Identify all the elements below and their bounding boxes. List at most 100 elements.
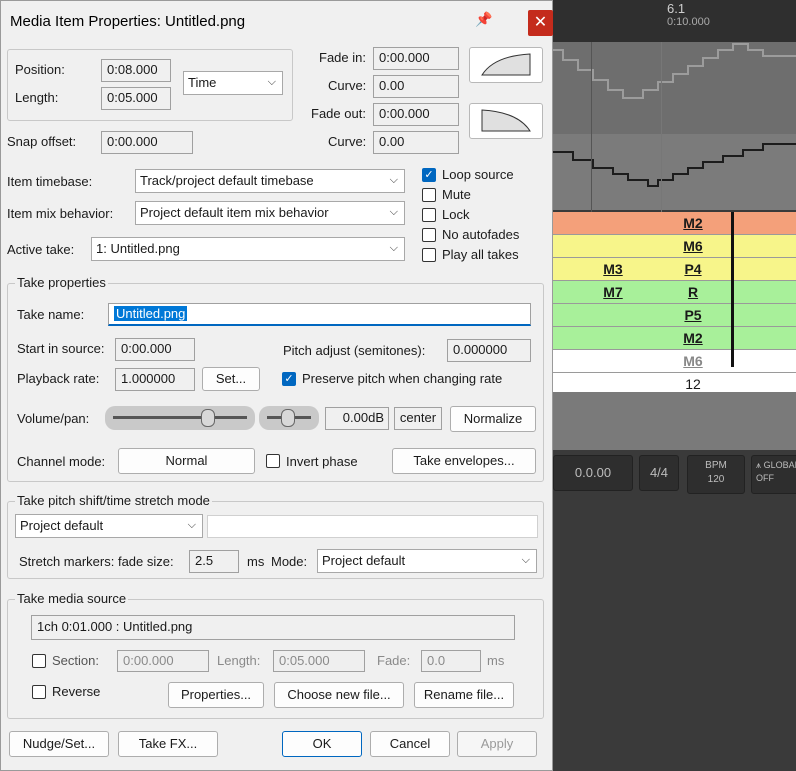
pan-slider-knob[interactable] bbox=[281, 409, 295, 427]
stretch-mode-dropdown[interactable]: Project default ⌵ bbox=[317, 549, 537, 573]
take-fx-button[interactable]: Take FX... bbox=[118, 731, 218, 757]
length-field[interactable]: 0:05.000 bbox=[101, 87, 171, 110]
choose-new-file-button[interactable]: Choose new file... bbox=[274, 682, 404, 708]
transport-time-value: 0.0.00 bbox=[574, 465, 612, 480]
bpm-box[interactable]: BPM 120 bbox=[687, 455, 745, 494]
pan-value-field[interactable]: center bbox=[394, 407, 442, 430]
envelope-steps-1 bbox=[553, 43, 796, 99]
section-length-field[interactable]: 0:05.000 bbox=[273, 650, 365, 672]
active-take-value: 1: Untitled.png bbox=[96, 241, 180, 256]
cancel-button[interactable]: Cancel bbox=[370, 731, 450, 757]
play-all-takes-label[interactable]: Play all takes bbox=[442, 247, 519, 262]
grid-cell: R bbox=[687, 284, 699, 300]
pin-icon[interactable]: 📌 bbox=[475, 11, 492, 28]
global-automation[interactable]: ⩚ GLOBAL OFF bbox=[751, 455, 796, 494]
pitch-adjust-field[interactable]: 0.000000 bbox=[447, 339, 531, 362]
snap-offset-label: Snap offset: bbox=[7, 134, 77, 149]
item-mix-value: Project default item mix behavior bbox=[140, 205, 329, 220]
lock-label[interactable]: Lock bbox=[442, 207, 469, 222]
timeline-ruler[interactable]: 6.1 0:10.000 bbox=[553, 0, 796, 42]
channel-mode-button[interactable]: Normal bbox=[118, 448, 255, 474]
mute-checkbox[interactable] bbox=[422, 188, 436, 202]
preserve-pitch-label[interactable]: Preserve pitch when changing rate bbox=[302, 371, 502, 386]
pitch-shift-submode-field[interactable] bbox=[207, 515, 538, 538]
pitch-adjust-label: Pitch adjust (semitones): bbox=[283, 343, 426, 358]
fade-out-curve-label: Curve: bbox=[328, 134, 367, 149]
grid-cell: M6 bbox=[683, 353, 703, 369]
time-signature[interactable]: 4/4 bbox=[639, 455, 679, 491]
mute-label[interactable]: Mute bbox=[442, 187, 471, 202]
fade-in-curve-field[interactable]: 0.00 bbox=[373, 75, 459, 98]
chevron-down-icon: ⌵ bbox=[389, 174, 398, 186]
fade-in-shape-button[interactable] bbox=[469, 47, 543, 83]
item-timebase-label: Item timebase: bbox=[7, 174, 93, 189]
invert-phase-checkbox[interactable] bbox=[266, 454, 280, 468]
section-fade-unit: ms bbox=[487, 653, 505, 668]
fade-out-curve-field[interactable]: 0.00 bbox=[373, 131, 459, 154]
pan-slider[interactable] bbox=[259, 406, 319, 430]
nudge-set-button[interactable]: Nudge/Set... bbox=[9, 731, 109, 757]
envelope-lane-1[interactable] bbox=[553, 42, 796, 134]
volume-slider-knob[interactable] bbox=[201, 409, 215, 427]
invert-phase-label[interactable]: Invert phase bbox=[286, 454, 358, 469]
section-label[interactable]: Section: bbox=[52, 653, 99, 668]
close-button[interactable]: ✕ bbox=[528, 10, 553, 36]
grid-divider bbox=[731, 212, 734, 367]
global-state: OFF bbox=[756, 473, 774, 483]
channel-mode-label: Channel mode: bbox=[17, 454, 106, 469]
take-properties-title: Take properties bbox=[15, 275, 108, 290]
set-rate-button[interactable]: Set... bbox=[202, 367, 260, 391]
take-name-input[interactable]: Untitled.png bbox=[108, 303, 531, 326]
position-field[interactable]: 0:08.000 bbox=[101, 59, 171, 82]
time-mode-dropdown[interactable]: Time ⌵ bbox=[183, 71, 283, 95]
snap-offset-field[interactable]: 0:00.000 bbox=[101, 131, 193, 154]
fade-out-field[interactable]: 0:00.000 bbox=[373, 103, 459, 126]
envelope-lane-2[interactable] bbox=[553, 134, 796, 210]
rename-file-button[interactable]: Rename file... bbox=[414, 682, 514, 708]
loop-source-checkbox[interactable]: ✓ bbox=[422, 168, 436, 182]
ruler-time-label: 0:10.000 bbox=[667, 16, 710, 28]
chevron-down-icon: ⌵ bbox=[267, 76, 276, 88]
volume-value-field[interactable]: 0.00dB bbox=[325, 407, 389, 430]
preserve-pitch-checkbox[interactable]: ✓ bbox=[282, 372, 296, 386]
grid-row: P5 bbox=[553, 304, 796, 327]
fade-size-field[interactable]: 2.5 bbox=[189, 550, 239, 573]
section-fade-field[interactable]: 0.0 bbox=[421, 650, 481, 672]
lower-lane[interactable] bbox=[553, 392, 796, 452]
media-item-properties-dialog: Media Item Properties: Untitled.png 📌 ✕ … bbox=[0, 0, 553, 771]
apply-button[interactable]: Apply bbox=[457, 731, 537, 757]
item-mix-dropdown[interactable]: Project default item mix behavior ⌵ bbox=[135, 201, 405, 225]
loop-source-label[interactable]: Loop source bbox=[442, 167, 514, 182]
section-checkbox[interactable] bbox=[32, 654, 46, 668]
section-start-field[interactable]: 0:00.000 bbox=[117, 650, 209, 672]
chord-grid[interactable]: M2 M6 M3 P4 M7 R P5 M2 M6 12 bbox=[553, 212, 796, 396]
volume-slider[interactable] bbox=[105, 406, 255, 430]
transport-time[interactable]: 0.0.00 bbox=[553, 455, 633, 491]
no-autofades-checkbox[interactable] bbox=[422, 228, 436, 242]
grid-row: M6 bbox=[553, 350, 796, 373]
stretch-mode-label: Mode: bbox=[271, 554, 308, 569]
position-label: Position: bbox=[15, 62, 65, 77]
take-name-label: Take name: bbox=[17, 307, 85, 322]
grid-cell: M7 bbox=[603, 284, 623, 300]
lock-checkbox[interactable] bbox=[422, 208, 436, 222]
fade-in-field[interactable]: 0:00.000 bbox=[373, 47, 459, 70]
play-all-takes-checkbox[interactable] bbox=[422, 248, 436, 262]
ok-button[interactable]: OK bbox=[282, 731, 362, 757]
reverse-label[interactable]: Reverse bbox=[52, 684, 100, 699]
take-envelopes-button[interactable]: Take envelopes... bbox=[392, 448, 536, 474]
grid-row: M2 bbox=[553, 327, 796, 350]
no-autofades-label[interactable]: No autofades bbox=[442, 227, 519, 242]
normalize-button[interactable]: Normalize bbox=[450, 406, 536, 432]
reverse-checkbox[interactable] bbox=[32, 685, 46, 699]
chevron-down-icon: ⌵ bbox=[187, 519, 196, 531]
active-take-dropdown[interactable]: 1: Untitled.png ⌵ bbox=[91, 237, 405, 261]
pitch-shift-mode-dropdown[interactable]: Project default ⌵ bbox=[15, 514, 203, 538]
start-in-source-field[interactable]: 0:00.000 bbox=[115, 338, 195, 361]
properties-button[interactable]: Properties... bbox=[168, 682, 264, 708]
fade-out-shape-button[interactable] bbox=[469, 103, 543, 139]
fade-in-curve-label: Curve: bbox=[328, 78, 367, 93]
media-source-info: 1ch 0:01.000 : Untitled.png bbox=[31, 615, 515, 640]
playback-rate-field[interactable]: 1.000000 bbox=[115, 368, 195, 391]
item-timebase-dropdown[interactable]: Track/project default timebase ⌵ bbox=[135, 169, 405, 193]
